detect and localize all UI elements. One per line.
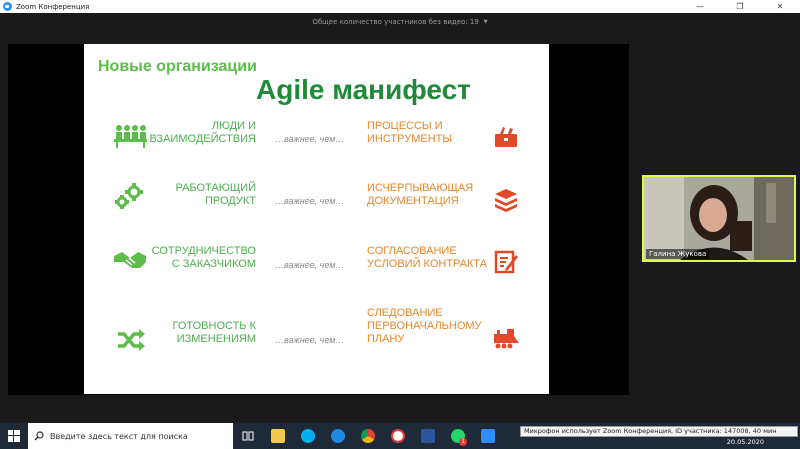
start-button[interactable] xyxy=(0,423,28,449)
important-than-3: …важнее, чем… xyxy=(275,260,345,270)
participant-video-tile[interactable]: Галина Жукова xyxy=(642,175,796,262)
slide-title: Agile манифест xyxy=(256,74,471,105)
participant-name: Галина Жукова xyxy=(646,249,710,259)
window-title: Zoom Конференция xyxy=(16,2,90,11)
whatsapp-icon[interactable]: 1 xyxy=(443,423,473,449)
train-icon xyxy=(494,329,519,349)
participant-video-feed xyxy=(644,177,794,260)
edge-icon[interactable] xyxy=(323,423,353,449)
notification-badge: 1 xyxy=(459,438,467,446)
toolbox-icon xyxy=(495,127,517,147)
value-right-3: СОГЛАСОВАНИЕ УСЛОВИЙ КОНТРАКТА xyxy=(367,245,488,270)
title-bar: Zoom Конференция — ❐ ✕ xyxy=(0,0,800,13)
chevron-down-icon[interactable]: ▼ xyxy=(484,19,488,25)
participants-count-label[interactable]: Общее количество участников без видео: 1… xyxy=(312,18,478,26)
file-explorer-icon[interactable] xyxy=(263,423,293,449)
taskbar-date[interactable]: 20.05.2020 xyxy=(727,438,764,446)
important-than-2: …важнее, чем… xyxy=(275,196,345,206)
skype-icon[interactable] xyxy=(293,423,323,449)
taskbar-search-box[interactable]: Введите здесь текст для поиска xyxy=(28,423,233,449)
zoom-icon[interactable] xyxy=(473,423,503,449)
yandex-icon[interactable] xyxy=(383,423,413,449)
slide-subtitle: Новые организации xyxy=(98,58,257,75)
zoom-app-icon xyxy=(3,2,12,11)
search-icon xyxy=(34,431,44,441)
participants-without-video-bar[interactable]: Общее количество участников без видео: 1… xyxy=(0,15,800,29)
important-than-4: …важнее, чем… xyxy=(275,335,345,345)
value-left-4: ГОТОВНОСТЬ К ИЗМЕНЕНИЯМ xyxy=(172,320,257,345)
value-left-2: РАБОТАЮЩИЙ ПРОДУКТ xyxy=(175,182,256,207)
search-placeholder[interactable]: Введите здесь текст для поиска xyxy=(50,432,188,441)
contract-edit-icon xyxy=(494,250,518,274)
value-right-4: СЛЕДОВАНИЕ ПЕРВОНАЧАЛЬНОМУ ПЛАНУ xyxy=(367,307,482,345)
important-than-1: …важнее, чем… xyxy=(275,134,345,144)
microphone-usage-tooltip: Микрофон использует Zoom Конференция, ID… xyxy=(520,426,798,437)
people-meeting-icon xyxy=(114,125,147,148)
chrome-icon[interactable] xyxy=(353,423,383,449)
shuffle-arrows-icon xyxy=(118,329,145,351)
zoom-window: Zoom Конференция — ❐ ✕ Общее количество … xyxy=(0,0,800,423)
maximize-button[interactable]: ❐ xyxy=(720,0,760,13)
value-right-1: ПРОЦЕССЫ И ИНСТРУМЕНТЫ xyxy=(367,120,453,145)
windows-logo-icon xyxy=(8,430,20,442)
shared-slide: Новые организации Agile манифест ЛЮДИ И … xyxy=(84,44,549,394)
value-right-2: ИСЧЕРПЫВАЮЩАЯ ДОКУМЕНТАЦИЯ xyxy=(367,182,474,207)
document-stack-icon xyxy=(495,189,517,212)
value-left-3: СОТРУДНИЧЕСТВО С ЗАКАЗЧИКОМ xyxy=(151,245,256,270)
close-button[interactable]: ✕ xyxy=(760,0,800,13)
window-controls: — ❐ ✕ xyxy=(680,0,800,13)
gears-icon xyxy=(115,183,143,209)
minimize-button[interactable]: — xyxy=(680,0,720,13)
value-left-1: ЛЮДИ И ВЗАИМОДЕЙСТВИЯ xyxy=(149,120,256,145)
task-view-icon[interactable] xyxy=(233,423,263,449)
word-icon[interactable] xyxy=(413,423,443,449)
handshake-icon xyxy=(114,252,146,268)
